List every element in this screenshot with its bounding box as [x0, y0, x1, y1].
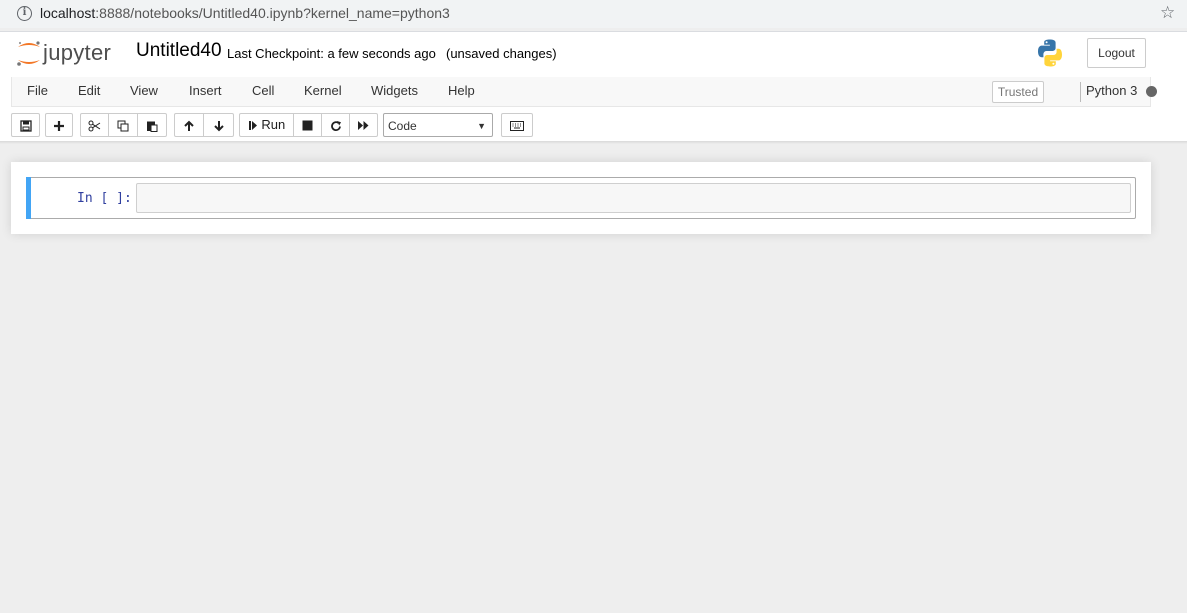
- info-icon[interactable]: i: [17, 6, 32, 21]
- refresh-icon: [330, 120, 341, 131]
- menu-view[interactable]: View: [130, 83, 158, 98]
- copy-icon: [117, 120, 129, 132]
- save-icon: [19, 119, 32, 132]
- move-cell-up-button[interactable]: [174, 113, 204, 137]
- menu-cell[interactable]: Cell: [252, 83, 274, 98]
- step-forward-icon: [248, 121, 257, 131]
- command-palette-button[interactable]: [501, 113, 533, 137]
- kernel-name[interactable]: Python 3: [1086, 83, 1137, 98]
- cut-cell-button[interactable]: [80, 113, 109, 137]
- restart-kernel-button[interactable]: [321, 113, 350, 137]
- toolbar-divider: [0, 141, 1187, 144]
- plus-icon: [54, 120, 64, 131]
- url-field[interactable]: localhost:8888/notebooks/Untitled40.ipyn…: [40, 5, 450, 21]
- chevron-down-icon: ▼: [477, 121, 486, 131]
- jupyter-logo-icon: [17, 41, 40, 66]
- cell-type-select[interactable]: Code ▼: [383, 113, 493, 137]
- scissors-icon: [88, 120, 101, 132]
- menu-edit[interactable]: Edit: [78, 83, 100, 98]
- kernel-idle-indicator: [1146, 86, 1157, 97]
- kernel-separator: [1080, 82, 1081, 102]
- arrow-down-icon: [213, 120, 224, 131]
- menu-help[interactable]: Help: [448, 83, 475, 98]
- paste-cell-button[interactable]: [137, 113, 167, 137]
- url-path: :8888/notebooks/Untitled40.ipynb?kernel_…: [95, 5, 450, 21]
- notebook-header: jupyter Untitled40 Last Checkpoint: a fe…: [0, 31, 1187, 77]
- cell-type-value: Code: [388, 119, 417, 133]
- fast-forward-icon: [358, 121, 369, 131]
- stop-icon: [302, 120, 313, 131]
- arrow-up-icon: [184, 120, 194, 131]
- trusted-indicator[interactable]: Trusted: [992, 81, 1044, 103]
- move-cell-down-button[interactable]: [203, 113, 234, 137]
- insert-cell-button[interactable]: [45, 113, 73, 137]
- notebook-title[interactable]: Untitled40: [136, 40, 222, 62]
- logout-button[interactable]: Logout: [1087, 38, 1146, 68]
- copy-cell-button[interactable]: [108, 113, 138, 137]
- notebook-container: In [ ]:: [11, 162, 1151, 234]
- save-button[interactable]: [11, 113, 40, 137]
- jupyter-logo[interactable]: jupyter: [14, 38, 126, 70]
- checkpoint-status: Last Checkpoint: a few seconds ago: [227, 46, 436, 61]
- run-label: Run: [261, 117, 286, 132]
- code-input-area[interactable]: [136, 183, 1131, 213]
- interrupt-kernel-button[interactable]: [293, 113, 322, 137]
- menu-file[interactable]: File: [27, 83, 48, 98]
- input-prompt: In [ ]:: [77, 191, 132, 206]
- python-logo-icon: [1038, 39, 1062, 67]
- code-cell[interactable]: In [ ]:: [26, 177, 1136, 219]
- jupyter-wordmark: jupyter: [43, 40, 112, 65]
- menu-widgets[interactable]: Widgets: [371, 83, 418, 98]
- autosave-status: (unsaved changes): [446, 46, 557, 61]
- restart-run-all-button[interactable]: [349, 113, 378, 137]
- run-cell-button[interactable]: Run: [239, 113, 294, 137]
- paste-icon: [147, 121, 158, 132]
- keyboard-icon: [510, 120, 524, 131]
- url-host: localhost: [40, 5, 96, 21]
- bookmark-star-icon[interactable]: ☆: [1160, 3, 1175, 23]
- menu-kernel[interactable]: Kernel: [304, 83, 342, 98]
- menubar: File Edit View Insert Cell Kernel Widget…: [11, 77, 1157, 107]
- selected-cell-indicator: [26, 177, 31, 219]
- browser-address-bar: i localhost:8888/notebooks/Untitled40.ip…: [0, 0, 1187, 28]
- menu-insert[interactable]: Insert: [189, 83, 222, 98]
